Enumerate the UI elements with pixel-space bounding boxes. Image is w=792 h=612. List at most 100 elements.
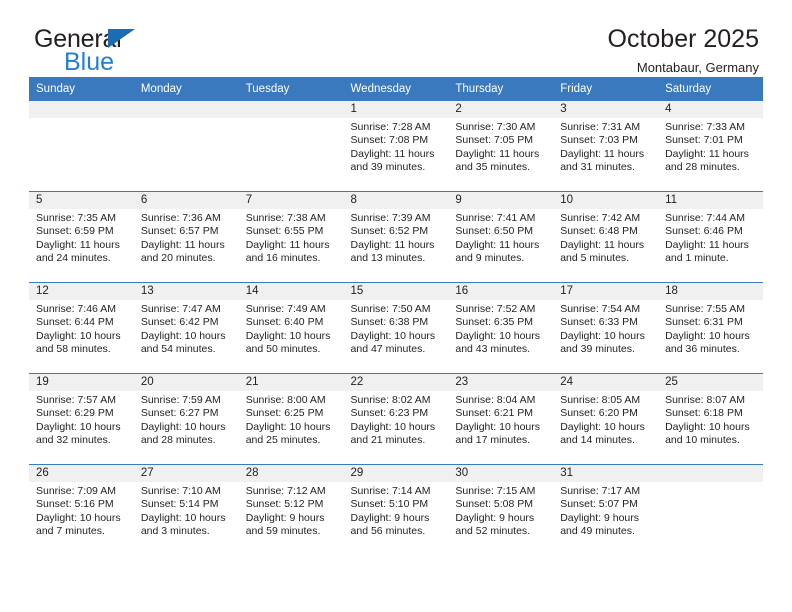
- calendar-week-row: 19 Sunrise: 7:57 AM Sunset: 6:29 PM Dayligh…: [29, 373, 763, 465]
- day-number: [238, 101, 344, 118]
- day-details: Sunrise: 7:12 AM Sunset: 5:12 PM Daylight:…: [239, 482, 344, 539]
- day-details: Sunrise: 7:47 AM Sunset: 6:42 PM Daylight:…: [134, 300, 239, 357]
- calendar-cell[interactable]: 6 Sunrise: 7:36 AM Sunset: 6:57 PM Daylight…: [133, 191, 239, 283]
- sunrise-text: Sunrise: 7:54 AM: [560, 303, 641, 315]
- sunset-text: Sunset: 6:59 PM: [36, 225, 114, 238]
- day-details: Sunrise: 7:41 AM Sunset: 6:50 PM Daylight:…: [448, 209, 553, 266]
- calendar-cell[interactable]: 26 Sunrise: 7:09 AM Sunset: 5:16 PM Dayligh…: [29, 464, 134, 555]
- brand-logo[interactable]: General Blue: [34, 26, 264, 76]
- calendar-cell-day: 24 Sunrise: 8:05 AM Sunset: 6:20 PM Dayligh…: [553, 374, 659, 464]
- calendar-cell[interactable]: 31 Sunrise: 7:17 AM Sunset: 5:07 PM Dayligh…: [553, 464, 659, 555]
- calendar-cell-day: 31 Sunrise: 7:17 AM Sunset: 5:07 PM Dayligh…: [553, 465, 659, 555]
- sunrise-text: Sunrise: 7:33 AM: [665, 121, 746, 133]
- daylight-text: Daylight: 11 hours and 5 minutes.: [560, 238, 645, 265]
- calendar-cell[interactable]: 13 Sunrise: 7:47 AM Sunset: 6:42 PM Dayligh…: [133, 282, 239, 374]
- calendar-cell[interactable]: 30 Sunrise: 7:15 AM Sunset: 5:08 PM Dayligh…: [448, 464, 554, 555]
- day-number: 11: [658, 192, 763, 209]
- triangle-icon: [108, 29, 135, 48]
- calendar-cell[interactable]: 11 Sunrise: 7:44 AM Sunset: 6:46 PM Dayligh…: [658, 191, 763, 283]
- calendar-week-row: 1 Sunrise: 7:28 AM Sunset: 7:08 PM Daylight…: [29, 101, 763, 192]
- day-number: 3: [553, 101, 659, 118]
- calendar-cell[interactable]: 7 Sunrise: 7:38 AM Sunset: 6:55 PM Daylight…: [238, 191, 344, 283]
- calendar-cell[interactable]: 2 Sunrise: 7:30 AM Sunset: 7:05 PM Daylight…: [448, 101, 554, 192]
- day-number: 17: [553, 283, 659, 300]
- calendar-cell[interactable]: 9 Sunrise: 7:41 AM Sunset: 6:50 PM Daylight…: [448, 191, 554, 283]
- calendar-cell[interactable]: 21 Sunrise: 8:00 AM Sunset: 6:25 PM Dayligh…: [238, 373, 344, 465]
- day-number: 7: [238, 192, 344, 209]
- calendar-cell[interactable]: 10 Sunrise: 7:42 AM Sunset: 6:48 PM Dayligh…: [553, 191, 659, 283]
- calendar-cell[interactable]: 15 Sunrise: 7:50 AM Sunset: 6:38 PM Dayligh…: [343, 282, 449, 374]
- calendar-cell-day: 23 Sunrise: 8:04 AM Sunset: 6:21 PM Dayligh…: [448, 374, 554, 464]
- calendar-cell[interactable]: 16 Sunrise: 7:52 AM Sunset: 6:35 PM Dayligh…: [448, 282, 554, 374]
- calendar-cell[interactable]: 27 Sunrise: 7:10 AM Sunset: 5:14 PM Dayligh…: [133, 464, 239, 555]
- day-number: 8: [343, 192, 449, 209]
- day-details: Sunrise: 8:07 AM Sunset: 6:18 PM Daylight:…: [658, 391, 763, 448]
- calendar-cell-day: 3 Sunrise: 7:31 AM Sunset: 7:03 PM Daylight…: [553, 101, 659, 191]
- sunset-text: Sunset: 6:29 PM: [36, 407, 114, 420]
- weekday-header-tuesday: Tuesday: [238, 77, 344, 101]
- day-number: 15: [343, 283, 449, 300]
- calendar-cell-empty: [133, 101, 239, 191]
- day-details: Sunrise: 7:50 AM Sunset: 6:38 PM Daylight:…: [344, 300, 449, 357]
- daylight-text: Daylight: 10 hours and 50 minutes.: [245, 329, 331, 356]
- calendar-cell[interactable]: 1 Sunrise: 7:28 AM Sunset: 7:08 PM Daylight…: [343, 101, 449, 192]
- daylight-text: Daylight: 9 hours and 49 minutes.: [560, 511, 640, 538]
- sunset-text: Sunset: 5:16 PM: [36, 498, 114, 511]
- daylight-text: Daylight: 11 hours and 13 minutes.: [350, 238, 435, 265]
- calendar-cell[interactable]: 8 Sunrise: 7:39 AM Sunset: 6:52 PM Daylight…: [343, 191, 449, 283]
- calendar-cell[interactable]: 28 Sunrise: 7:12 AM Sunset: 5:12 PM Dayligh…: [238, 464, 344, 555]
- calendar-cell-day: 27 Sunrise: 7:10 AM Sunset: 5:14 PM Dayligh…: [133, 465, 239, 555]
- day-details: Sunrise: 7:44 AM Sunset: 6:46 PM Daylight:…: [658, 209, 763, 266]
- calendar-cell[interactable]: 17 Sunrise: 7:54 AM Sunset: 6:33 PM Dayligh…: [553, 282, 659, 374]
- calendar-cell-empty: [29, 101, 134, 191]
- day-number: 1: [343, 101, 449, 118]
- calendar-cell[interactable]: 23 Sunrise: 8:04 AM Sunset: 6:21 PM Dayligh…: [448, 373, 554, 465]
- sunset-text: Sunset: 6:52 PM: [350, 225, 429, 238]
- sunrise-text: Sunrise: 7:47 AM: [140, 303, 221, 315]
- weekday-header-sunday: Sunday: [29, 77, 134, 101]
- calendar-cell-day: 10 Sunrise: 7:42 AM Sunset: 6:48 PM Dayligh…: [553, 192, 659, 282]
- sunset-text: Sunset: 5:08 PM: [455, 498, 534, 511]
- sunset-text: Sunset: 6:55 PM: [245, 225, 324, 238]
- calendar-cell-day: 11 Sunrise: 7:44 AM Sunset: 6:46 PM Dayligh…: [658, 192, 763, 282]
- calendar-cell[interactable]: 5 Sunrise: 7:35 AM Sunset: 6:59 PM Daylight…: [29, 191, 134, 283]
- weekday-header-saturday: Saturday: [658, 77, 763, 101]
- calendar-cell-day: 28 Sunrise: 7:12 AM Sunset: 5:12 PM Dayligh…: [238, 465, 344, 555]
- daylight-text: Daylight: 11 hours and 28 minutes.: [665, 147, 749, 174]
- calendar-cell[interactable]: 22 Sunrise: 8:02 AM Sunset: 6:23 PM Dayligh…: [343, 373, 449, 465]
- sunrise-text: Sunrise: 8:00 AM: [245, 394, 326, 406]
- day-number: 25: [658, 374, 763, 391]
- day-number: 13: [133, 283, 239, 300]
- calendar-cell[interactable]: 29 Sunrise: 7:14 AM Sunset: 5:10 PM Dayligh…: [343, 464, 449, 555]
- calendar-cell[interactable]: 25 Sunrise: 8:07 AM Sunset: 6:18 PM Dayligh…: [658, 373, 763, 465]
- sunrise-text: Sunrise: 7:42 AM: [560, 212, 641, 224]
- calendar-cell[interactable]: 20 Sunrise: 7:59 AM Sunset: 6:27 PM Dayligh…: [133, 373, 239, 465]
- sunrise-text: Sunrise: 7:50 AM: [350, 303, 431, 315]
- sunset-text: Sunset: 6:44 PM: [36, 316, 114, 329]
- calendar-cell[interactable]: 18 Sunrise: 7:55 AM Sunset: 6:31 PM Dayligh…: [658, 282, 763, 374]
- calendar-cell[interactable]: 19 Sunrise: 7:57 AM Sunset: 6:29 PM Dayligh…: [29, 373, 134, 465]
- day-number: [29, 101, 134, 118]
- sunrise-text: Sunrise: 7:46 AM: [36, 303, 116, 315]
- calendar-cell[interactable]: 24 Sunrise: 8:05 AM Sunset: 6:20 PM Dayligh…: [553, 373, 659, 465]
- daylight-text: Daylight: 10 hours and 47 minutes.: [350, 329, 436, 356]
- sunrise-text: Sunrise: 7:41 AM: [455, 212, 536, 224]
- calendar-cell-day: 20 Sunrise: 7:59 AM Sunset: 6:27 PM Dayligh…: [133, 374, 239, 464]
- calendar-cell-day: 12 Sunrise: 7:46 AM Sunset: 6:44 PM Dayligh…: [29, 283, 134, 373]
- sunrise-text: Sunrise: 7:28 AM: [350, 121, 431, 133]
- daylight-text: Daylight: 10 hours and 58 minutes.: [36, 329, 121, 356]
- day-number: 28: [238, 465, 344, 482]
- weekday-header-row: Sunday Monday Tuesday Wednesday Thursday…: [29, 77, 763, 101]
- daylight-text: Daylight: 9 hours and 59 minutes.: [245, 511, 325, 538]
- calendar-cell[interactable]: 4 Sunrise: 7:33 AM Sunset: 7:01 PM Daylight…: [658, 101, 763, 192]
- sunset-text: Sunset: 6:25 PM: [245, 407, 324, 420]
- calendar-week-row: 5 Sunrise: 7:35 AM Sunset: 6:59 PM Daylight…: [29, 191, 763, 283]
- calendar-cell[interactable]: 3 Sunrise: 7:31 AM Sunset: 7:03 PM Daylight…: [553, 101, 659, 192]
- day-details: Sunrise: 7:59 AM Sunset: 6:27 PM Daylight:…: [134, 391, 239, 448]
- page-header: General Blue October 2025 Montabaur, Ger…: [29, 0, 763, 77]
- sunset-text: Sunset: 6:40 PM: [245, 316, 324, 329]
- calendar-cell[interactable]: 14 Sunrise: 7:49 AM Sunset: 6:40 PM Dayligh…: [238, 282, 344, 374]
- day-details: Sunrise: 7:17 AM Sunset: 5:07 PM Daylight:…: [553, 482, 658, 539]
- day-details: Sunrise: 7:52 AM Sunset: 6:35 PM Daylight:…: [448, 300, 553, 357]
- calendar-cell[interactable]: 12 Sunrise: 7:46 AM Sunset: 6:44 PM Dayligh…: [29, 282, 134, 374]
